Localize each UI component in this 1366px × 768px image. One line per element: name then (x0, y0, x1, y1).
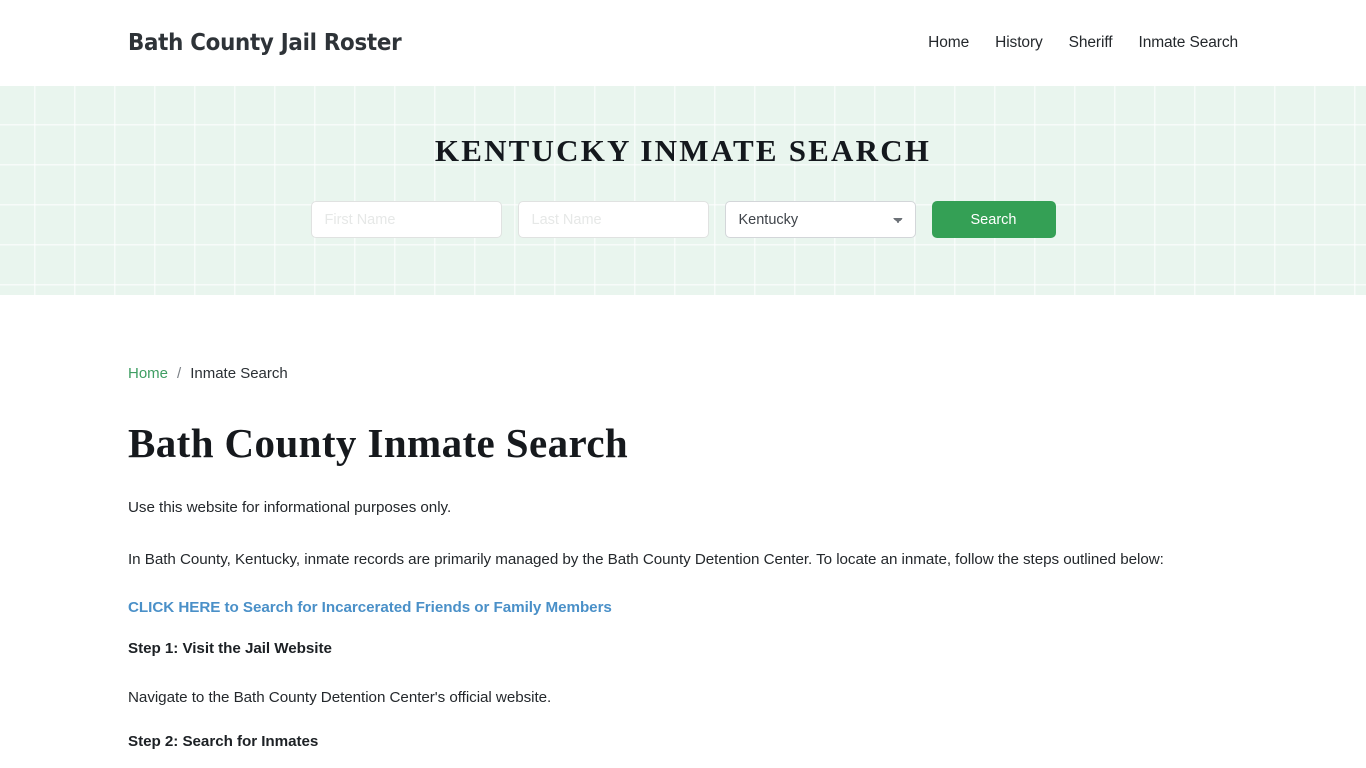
intro-paragraph: Use this website for informational purpo… (128, 499, 452, 517)
records-paragraph: In Bath County, Kentucky, inmate records… (128, 551, 1164, 569)
click-here-search-link[interactable]: CLICK HERE to Search for Incarcerated Fr… (128, 599, 1238, 616)
step-1-text: Navigate to the Bath County Detention Ce… (128, 689, 552, 707)
breadcrumb-current-page: Inmate Search (190, 365, 288, 382)
state-select[interactable]: Kentucky (724, 201, 916, 238)
site-header: Bath County Jail Roster Home History She… (0, 0, 1366, 86)
nav-item-inmate-search[interactable]: Inmate Search (1138, 34, 1238, 52)
main-navigation: Home History Sheriff Inmate Search (928, 34, 1238, 52)
hero-title: KENTUCKY INMATE SEARCH (434, 133, 932, 168)
hero-search-banner: KENTUCKY INMATE SEARCH Kentucky Search (0, 86, 1366, 295)
page-title: Bath County Inmate Search (128, 420, 629, 466)
breadcrumb-link-home[interactable]: Home (128, 365, 168, 382)
breadcrumb-separator: / (177, 365, 182, 382)
breadcrumb: Home / Inmate Search (128, 295, 1238, 382)
search-button[interactable]: Search (931, 201, 1056, 238)
step-2-heading: Step 2: Search for Inmates (128, 733, 319, 751)
site-brand-title[interactable]: Bath County Jail Roster (128, 30, 402, 56)
first-name-input[interactable] (310, 201, 502, 238)
main-content: Home / Inmate Search Bath County Inmate … (0, 295, 1366, 768)
nav-item-home[interactable]: Home (928, 34, 969, 52)
last-name-input[interactable] (517, 201, 709, 238)
step-1-heading: Step 1: Visit the Jail Website (128, 640, 332, 658)
nav-item-sheriff[interactable]: Sheriff (1069, 34, 1113, 52)
inmate-search-form: Kentucky Search (310, 201, 1056, 238)
nav-item-history[interactable]: History (995, 34, 1043, 52)
